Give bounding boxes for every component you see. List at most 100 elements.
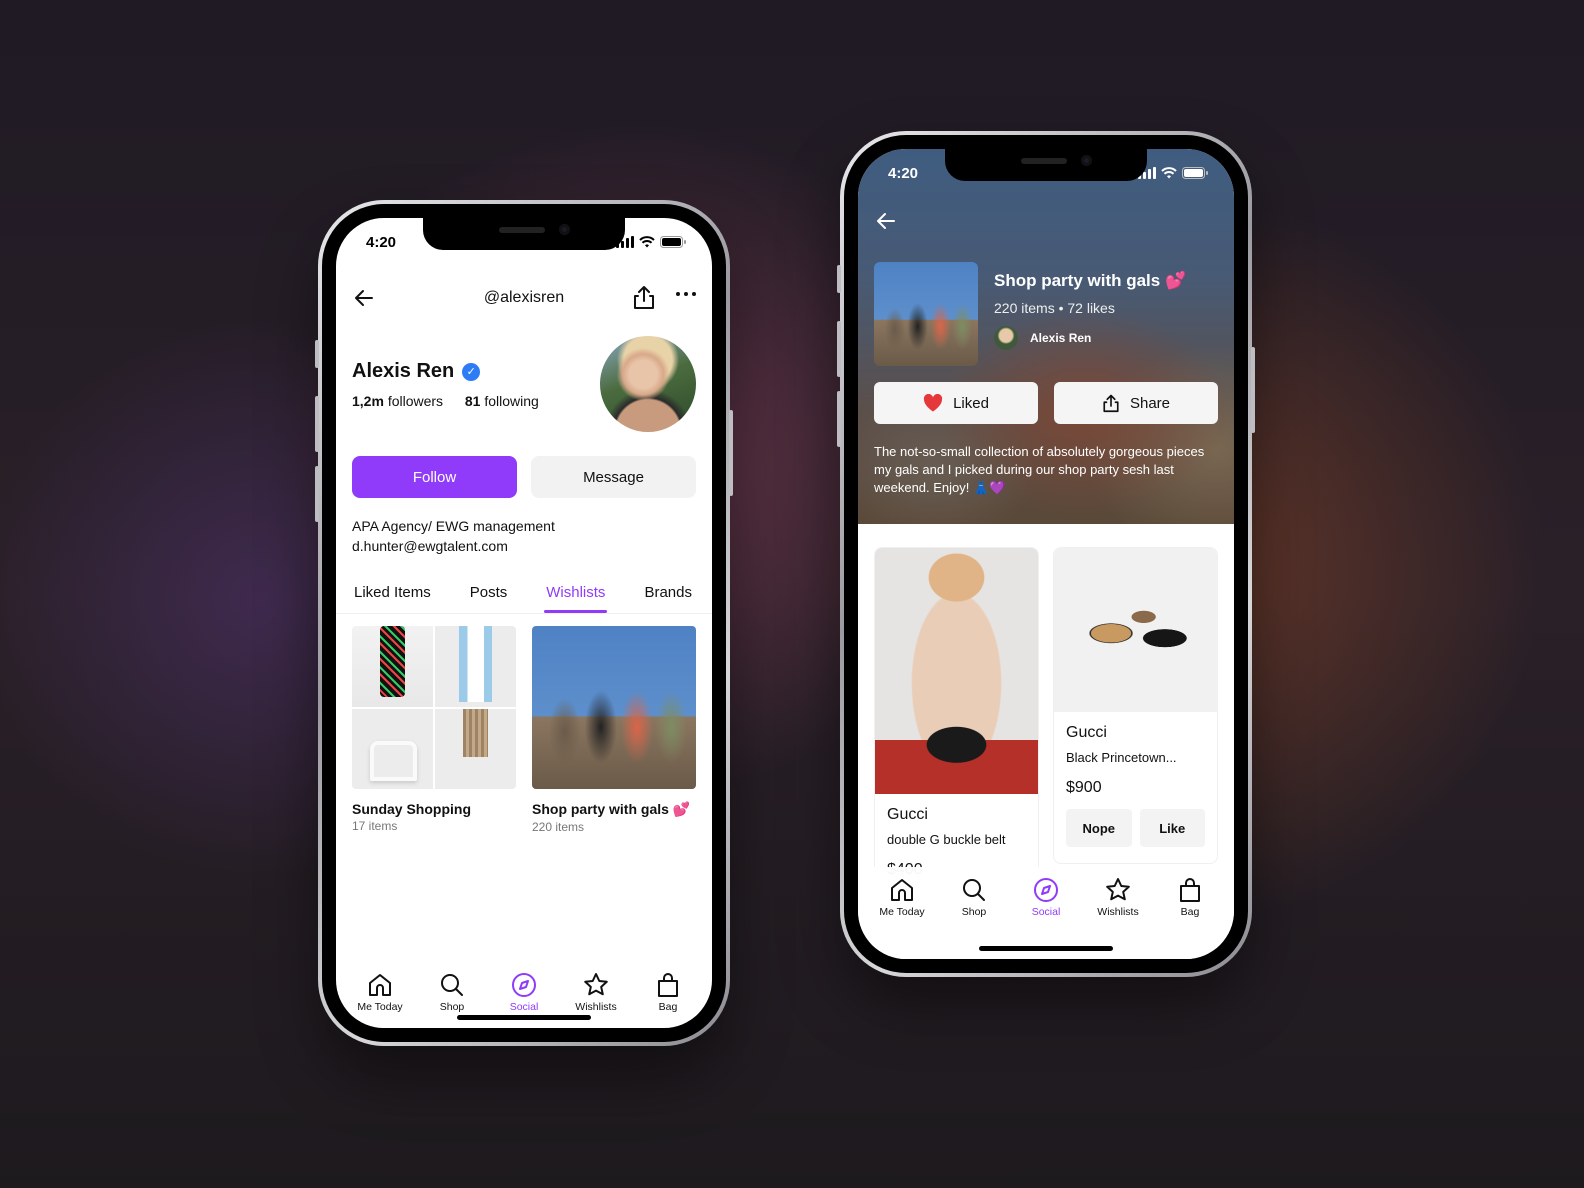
profile-handle: @alexisren [483,289,565,306]
product-price: $900 [1066,779,1102,796]
profile-bio: APA Agency/ EWG management d.hunter@ewgt… [352,516,555,556]
notch [423,218,625,250]
bio-email[interactable]: d.hunter@ewgtalent.com [352,536,555,556]
followers-link[interactable]: 1,2m followers [352,393,443,409]
search-icon [441,973,463,996]
wifi-icon [1161,167,1177,179]
tab-liked-items[interactable]: Liked Items [354,578,431,613]
home-indicator[interactable] [979,946,1113,951]
share-icon [1103,394,1119,413]
nav-social[interactable]: Social [1014,877,1078,918]
volume-down-button [837,391,841,447]
profile-summary: Alexis Ren ✓ 1,2m followers 81 following [352,336,696,432]
mute-switch [837,265,841,293]
nav-wishlists[interactable]: Wishlists [1086,877,1150,918]
product-name: double G buckle belt [887,832,1006,847]
power-button [729,410,733,496]
wishlist-count: 220 items [532,820,585,834]
bag-icon [658,972,678,997]
home-icon [369,973,391,996]
notch [945,149,1147,181]
wishlist-title: Shop party with gals 💕 [532,801,691,817]
bio-agency: APA Agency/ EWG management [352,518,555,534]
heart-icon [923,394,943,412]
wishlist-author[interactable]: Alexis Ren [994,326,1218,350]
profile-tabs: Liked Items Posts Wishlists Brands [336,578,712,614]
wishlist-title: Shop party with gals 💕 [994,271,1187,290]
share-icon [634,286,654,309]
search-icon [963,879,985,901]
volume-down-button [315,466,319,522]
profile-header: @alexisren [336,280,712,316]
power-button [1251,347,1255,433]
profile-name: Alexis Ren [352,360,455,382]
wishlist-count: 17 items [352,819,398,833]
wishlist-cover-photo [874,262,978,366]
wishlist-card[interactable]: Sunday Shopping 17 items [352,626,516,834]
arrow-left-icon [877,213,895,229]
star-icon [1106,878,1130,901]
author-avatar [994,326,1018,350]
product-image [1054,548,1217,712]
product-card[interactable]: Gucci Black Princetown... $900 Nope Like [1053,547,1218,864]
home-icon [891,879,913,901]
nav-bag[interactable]: Bag [1158,877,1222,918]
nav-shop[interactable]: Shop [942,877,1006,918]
wishlist-meta: 220 items • 72 likes [994,300,1115,316]
mute-switch [315,340,319,368]
bag-icon [1180,878,1200,902]
product-card[interactable]: Gucci double G buckle belt $400 [874,547,1039,892]
more-options-button[interactable] [676,292,696,296]
follow-button[interactable]: Follow [352,456,517,498]
battery-icon [1182,167,1208,179]
volume-up-button [837,321,841,377]
like-button[interactable]: Like [1139,809,1205,847]
compass-icon [1034,878,1058,902]
wifi-icon [639,236,655,248]
liked-button[interactable]: Liked [874,382,1038,424]
product-grid: Gucci double G buckle belt $400 Gucci Bl… [874,547,1218,892]
back-button[interactable] [874,209,898,238]
nav-wishlists[interactable]: Wishlists [564,972,628,1013]
wishlist-title: Sunday Shopping [352,801,471,817]
volume-up-button [315,396,319,452]
following-link[interactable]: 81 following [465,393,539,409]
wishlist-phone: 4:20 Shop party with gals 💕 220 items • … [837,131,1255,977]
nav-social[interactable]: Social [492,972,556,1013]
author-name: Alexis Ren [1030,331,1092,345]
wishlist-description: The not-so-small collection of absolutel… [874,444,1205,495]
wishlist-screen: 4:20 Shop party with gals 💕 220 items • … [858,149,1234,959]
product-brand: Gucci [1066,724,1107,741]
wishlist-cover-photo [532,626,696,789]
product-thumb-blazer [435,626,516,707]
nav-me-today[interactable]: Me Today [348,972,412,1013]
profile-screen: 4:20 @alexisren Alexis Ren ✓ 1,2m follow… [336,218,712,1028]
status-time: 4:20 [366,233,397,251]
home-indicator[interactable] [457,1015,591,1020]
wishlist-info: Shop party with gals 💕 220 items • 72 li… [994,271,1218,350]
back-button[interactable] [352,286,376,315]
status-time: 4:20 [888,164,919,182]
product-brand: Gucci [887,806,928,823]
product-name: Black Princetown... [1066,750,1177,765]
product-image [875,548,1038,794]
arrow-left-icon [355,290,373,306]
tab-posts[interactable]: Posts [470,578,508,613]
compass-icon [512,972,536,997]
message-button[interactable]: Message [531,456,696,498]
wishlist-card[interactable]: Shop party with gals 💕 220 items [532,626,696,834]
wishlist-grid: Sunday Shopping 17 items Shop party with… [352,626,696,834]
tab-wishlists[interactable]: Wishlists [544,578,608,613]
share-button[interactable]: Share [1054,382,1218,424]
nav-bag[interactable]: Bag [636,972,700,1013]
star-icon [584,972,608,995]
battery-icon [660,236,686,248]
tab-brands[interactable]: Brands [644,578,692,613]
nav-shop[interactable]: Shop [420,972,484,1013]
profile-phone: 4:20 @alexisren Alexis Ren ✓ 1,2m follow… [315,200,733,1046]
product-thumb-sandal [352,708,433,789]
nope-button[interactable]: Nope [1066,809,1132,847]
share-button[interactable] [632,284,656,315]
nav-me-today[interactable]: Me Today [870,877,934,918]
product-thumb-pants [352,626,433,707]
